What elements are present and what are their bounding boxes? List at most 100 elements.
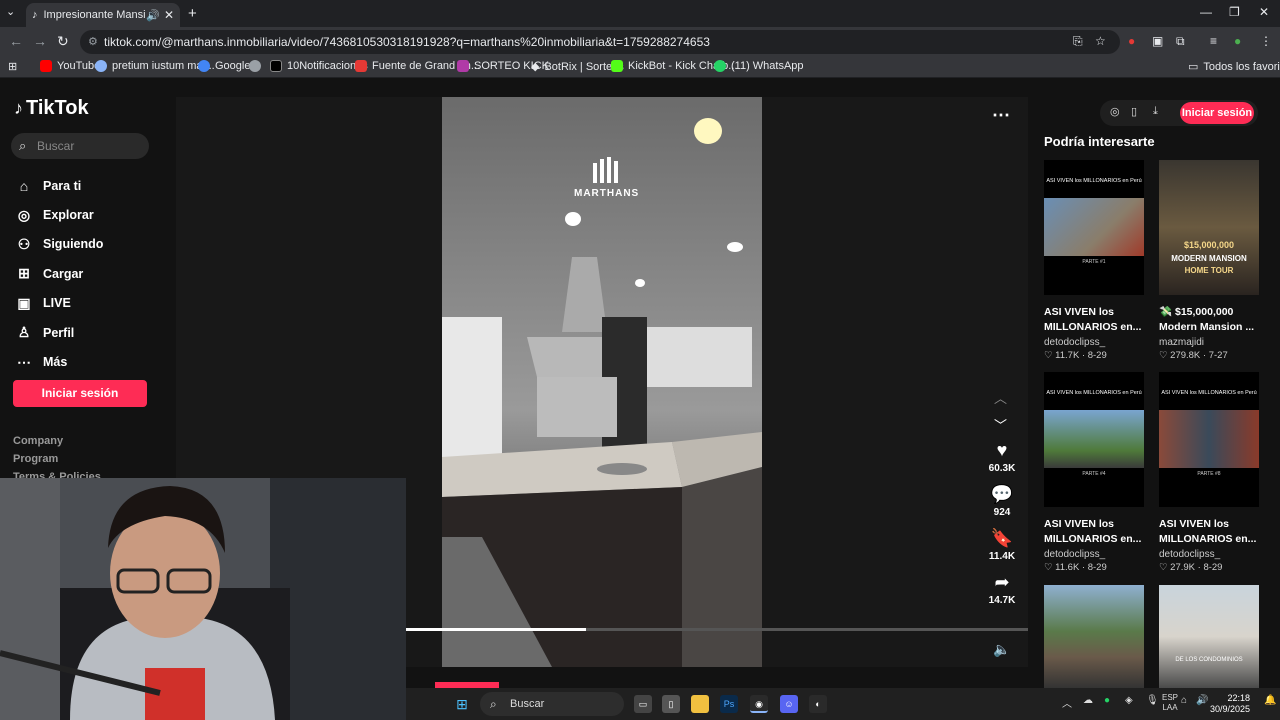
network-icon[interactable]: ⌂ — [1181, 695, 1187, 706]
bookmark-x[interactable]: 10Notificaciones — [270, 60, 368, 72]
app-red-icon[interactable]: ◐ — [809, 695, 827, 713]
windows-start-icon[interactable]: ⊞ — [453, 695, 471, 713]
progress-fill — [406, 628, 587, 631]
restore-icon[interactable]: ❐ — [1229, 5, 1240, 19]
system-clock[interactable]: 22:18 30/9/2025 — [1210, 693, 1250, 715]
card-likes: 11.6K — [1055, 562, 1080, 573]
previous-video-icon[interactable]: ︿ — [994, 388, 1007, 407]
footer-link-company[interactable]: Company — [13, 435, 101, 453]
bookmark-star-icon[interactable]: ☆ — [1095, 34, 1106, 48]
browser-tab[interactable]: ♪ Impresionante Mansión en 🔊 ✕ — [26, 3, 180, 27]
card-author[interactable]: detodoclipss_ — [1044, 337, 1146, 348]
nav-item-explorar[interactable]: ◎ Explorar — [15, 200, 103, 229]
nav-item-cargar[interactable]: ⊞ Cargar — [15, 259, 103, 288]
search-input[interactable]: ⌕ Buscar — [11, 133, 149, 159]
suggested-video-card[interactable] — [1044, 585, 1146, 688]
share-button[interactable]: ➦ 14.7K — [982, 572, 1022, 606]
back-icon[interactable]: ← — [9, 33, 23, 49]
video-player[interactable]: MARTHANS — [442, 97, 762, 667]
like-button[interactable]: ♥ 60.3K — [982, 440, 1022, 474]
footer-link-program[interactable]: Program — [13, 453, 101, 471]
notifications-icon[interactable]: 🔔 — [1264, 695, 1276, 706]
sidebar-nav: ⌂ Para ti ◎ Explorar ⚇ Siguiendo ⊞ Cargar ▣ L… — [15, 171, 103, 377]
card-stats: ♡ 11.7K · 8-29 — [1044, 350, 1107, 361]
taskbar-search[interactable]: ⌕ Buscar — [480, 692, 624, 716]
tab-search-icon[interactable]: ⌄ — [6, 5, 15, 18]
reload-icon[interactable]: ↻ — [57, 33, 69, 50]
thumbnail-image — [1044, 410, 1144, 468]
save-button[interactable]: 🔖 11.4K — [982, 528, 1022, 562]
thumbnail-image — [1159, 410, 1259, 468]
nav-item-siguiendo[interactable]: ⚇ Siguiendo — [15, 230, 104, 259]
file-explorer-icon[interactable] — [691, 695, 709, 713]
login-button-top[interactable]: Iniciar sesión — [1180, 102, 1254, 124]
discord-icon[interactable]: ☺ — [780, 695, 798, 713]
site-info-icon[interactable]: ⚙ — [88, 30, 98, 54]
show-hidden-icons-icon[interactable]: ︿ — [1062, 695, 1072, 710]
card-author[interactable]: detodoclipss_ — [1044, 549, 1146, 560]
tiktok-logo[interactable]: ♪ TikTok — [14, 97, 89, 120]
all-bookmarks[interactable]: ▭ Todos los favoritos — [1188, 60, 1280, 74]
tray-app-icon[interactable]: ● — [1104, 695, 1110, 706]
suggested-video-card[interactable]: ASI VIVEN los MILLONARIOS en Perú PARTE … — [1044, 160, 1146, 361]
download-icon[interactable]: ⤓ — [1153, 105, 1158, 118]
app-icon[interactable]: ▯ — [662, 695, 680, 713]
video-progress-bar[interactable] — [406, 628, 1028, 631]
suggested-video-card[interactable]: ASI VIVEN los MILLONARIOS en Perú PARTE … — [1044, 372, 1146, 573]
nav-item-para-ti[interactable]: ⌂ Para ti — [15, 171, 103, 200]
extensions-puzzle-icon[interactable]: ⧉ — [1176, 34, 1185, 49]
suggested-video-card[interactable]: DE LOS CONDOMINIOS — [1159, 585, 1261, 688]
minimize-icon[interactable]: — — [1200, 5, 1212, 19]
bookmark-botrix[interactable]: ◆ BotRix | Sorteos — [531, 60, 624, 74]
login-button[interactable]: Iniciar sesión — [13, 380, 147, 407]
card-author[interactable]: mazmajidi — [1159, 337, 1261, 348]
bookmark-whatsapp[interactable]: (11) WhatsApp — [714, 60, 804, 72]
volume-tray-icon[interactable]: 🔊 — [1196, 695, 1208, 706]
close-window-icon[interactable]: ✕ — [1259, 5, 1269, 19]
onedrive-icon[interactable]: ☁ — [1083, 695, 1093, 706]
language-indicator[interactable]: ESP LAA — [1162, 693, 1178, 713]
chrome-icon[interactable]: ◉ — [750, 695, 768, 713]
chrome-menu-icon[interactable]: ⋮ — [1260, 34, 1272, 48]
search-placeholder: Buscar — [37, 139, 75, 153]
forward-icon[interactable]: → — [33, 33, 47, 49]
close-tab-icon[interactable]: ✕ — [164, 8, 174, 22]
suggested-video-card[interactable]: $15,000,000 MODERN MANSION HOME TOUR 💸 $… — [1159, 160, 1261, 361]
microphone-icon[interactable]: 🎙 — [1146, 695, 1159, 706]
bookmark-youtube[interactable]: YouTube — [40, 60, 100, 72]
suggested-video-card[interactable]: ASI VIVEN los MILLONARIOS en Perú PARTE … — [1159, 372, 1261, 573]
media-icon[interactable]: ≡ — [1210, 34, 1217, 48]
nav-item-mas[interactable]: ⋯ Más — [15, 347, 103, 376]
nav-item-perfil[interactable]: ♙ Perfil — [15, 318, 103, 347]
nav-label: Perfil — [43, 325, 75, 340]
bookmark-google[interactable]: Google — [198, 60, 250, 72]
comment-button[interactable]: 💬 924 — [982, 484, 1022, 518]
volume-icon[interactable]: 🔈 — [993, 641, 1010, 658]
bookmark-globe[interactable] — [249, 60, 266, 72]
globe-icon — [95, 60, 107, 72]
marthans-logo-icon — [592, 157, 618, 183]
following-icon: ⚇ — [17, 235, 31, 252]
more-options-icon[interactable]: ⋯ — [992, 105, 1010, 126]
new-tab-icon[interactable]: + — [188, 5, 197, 22]
profile-avatar-icon[interactable]: ● — [1234, 34, 1241, 48]
extension-red-icon[interactable]: ● — [1128, 34, 1135, 48]
address-bar[interactable]: ⚙ tiktok.com/@marthans.inmobiliaria/vide… — [80, 30, 1120, 54]
nav-label: Más — [43, 355, 68, 370]
card-stats: ♡ 11.6K · 8-29 — [1044, 562, 1107, 573]
card-author[interactable]: detodoclipss_ — [1159, 549, 1261, 560]
bookmark-pretium[interactable]: pretium iustum mat... — [95, 60, 215, 72]
audio-icon[interactable]: 🔊 — [146, 9, 160, 22]
tray-app2-icon[interactable]: ◈ — [1125, 695, 1133, 706]
coins-icon[interactable]: ◎ — [1110, 105, 1120, 118]
suggestions-title: Podría interesarte — [1044, 134, 1155, 149]
task-view-icon[interactable]: ▭ — [634, 695, 652, 713]
install-app-icon[interactable]: ⎘ — [1073, 34, 1083, 49]
photoshop-icon[interactable]: Ps — [720, 695, 738, 713]
card-date: 8-29 — [1087, 350, 1107, 361]
phone-icon[interactable]: ▯ — [1131, 105, 1137, 118]
nav-item-live[interactable]: ▣ LIVE — [15, 289, 103, 318]
extension-icon[interactable]: ▣ — [1152, 34, 1163, 48]
next-video-icon[interactable]: ﹀ — [994, 415, 1007, 434]
apps-icon[interactable]: ⊞ — [8, 60, 17, 73]
